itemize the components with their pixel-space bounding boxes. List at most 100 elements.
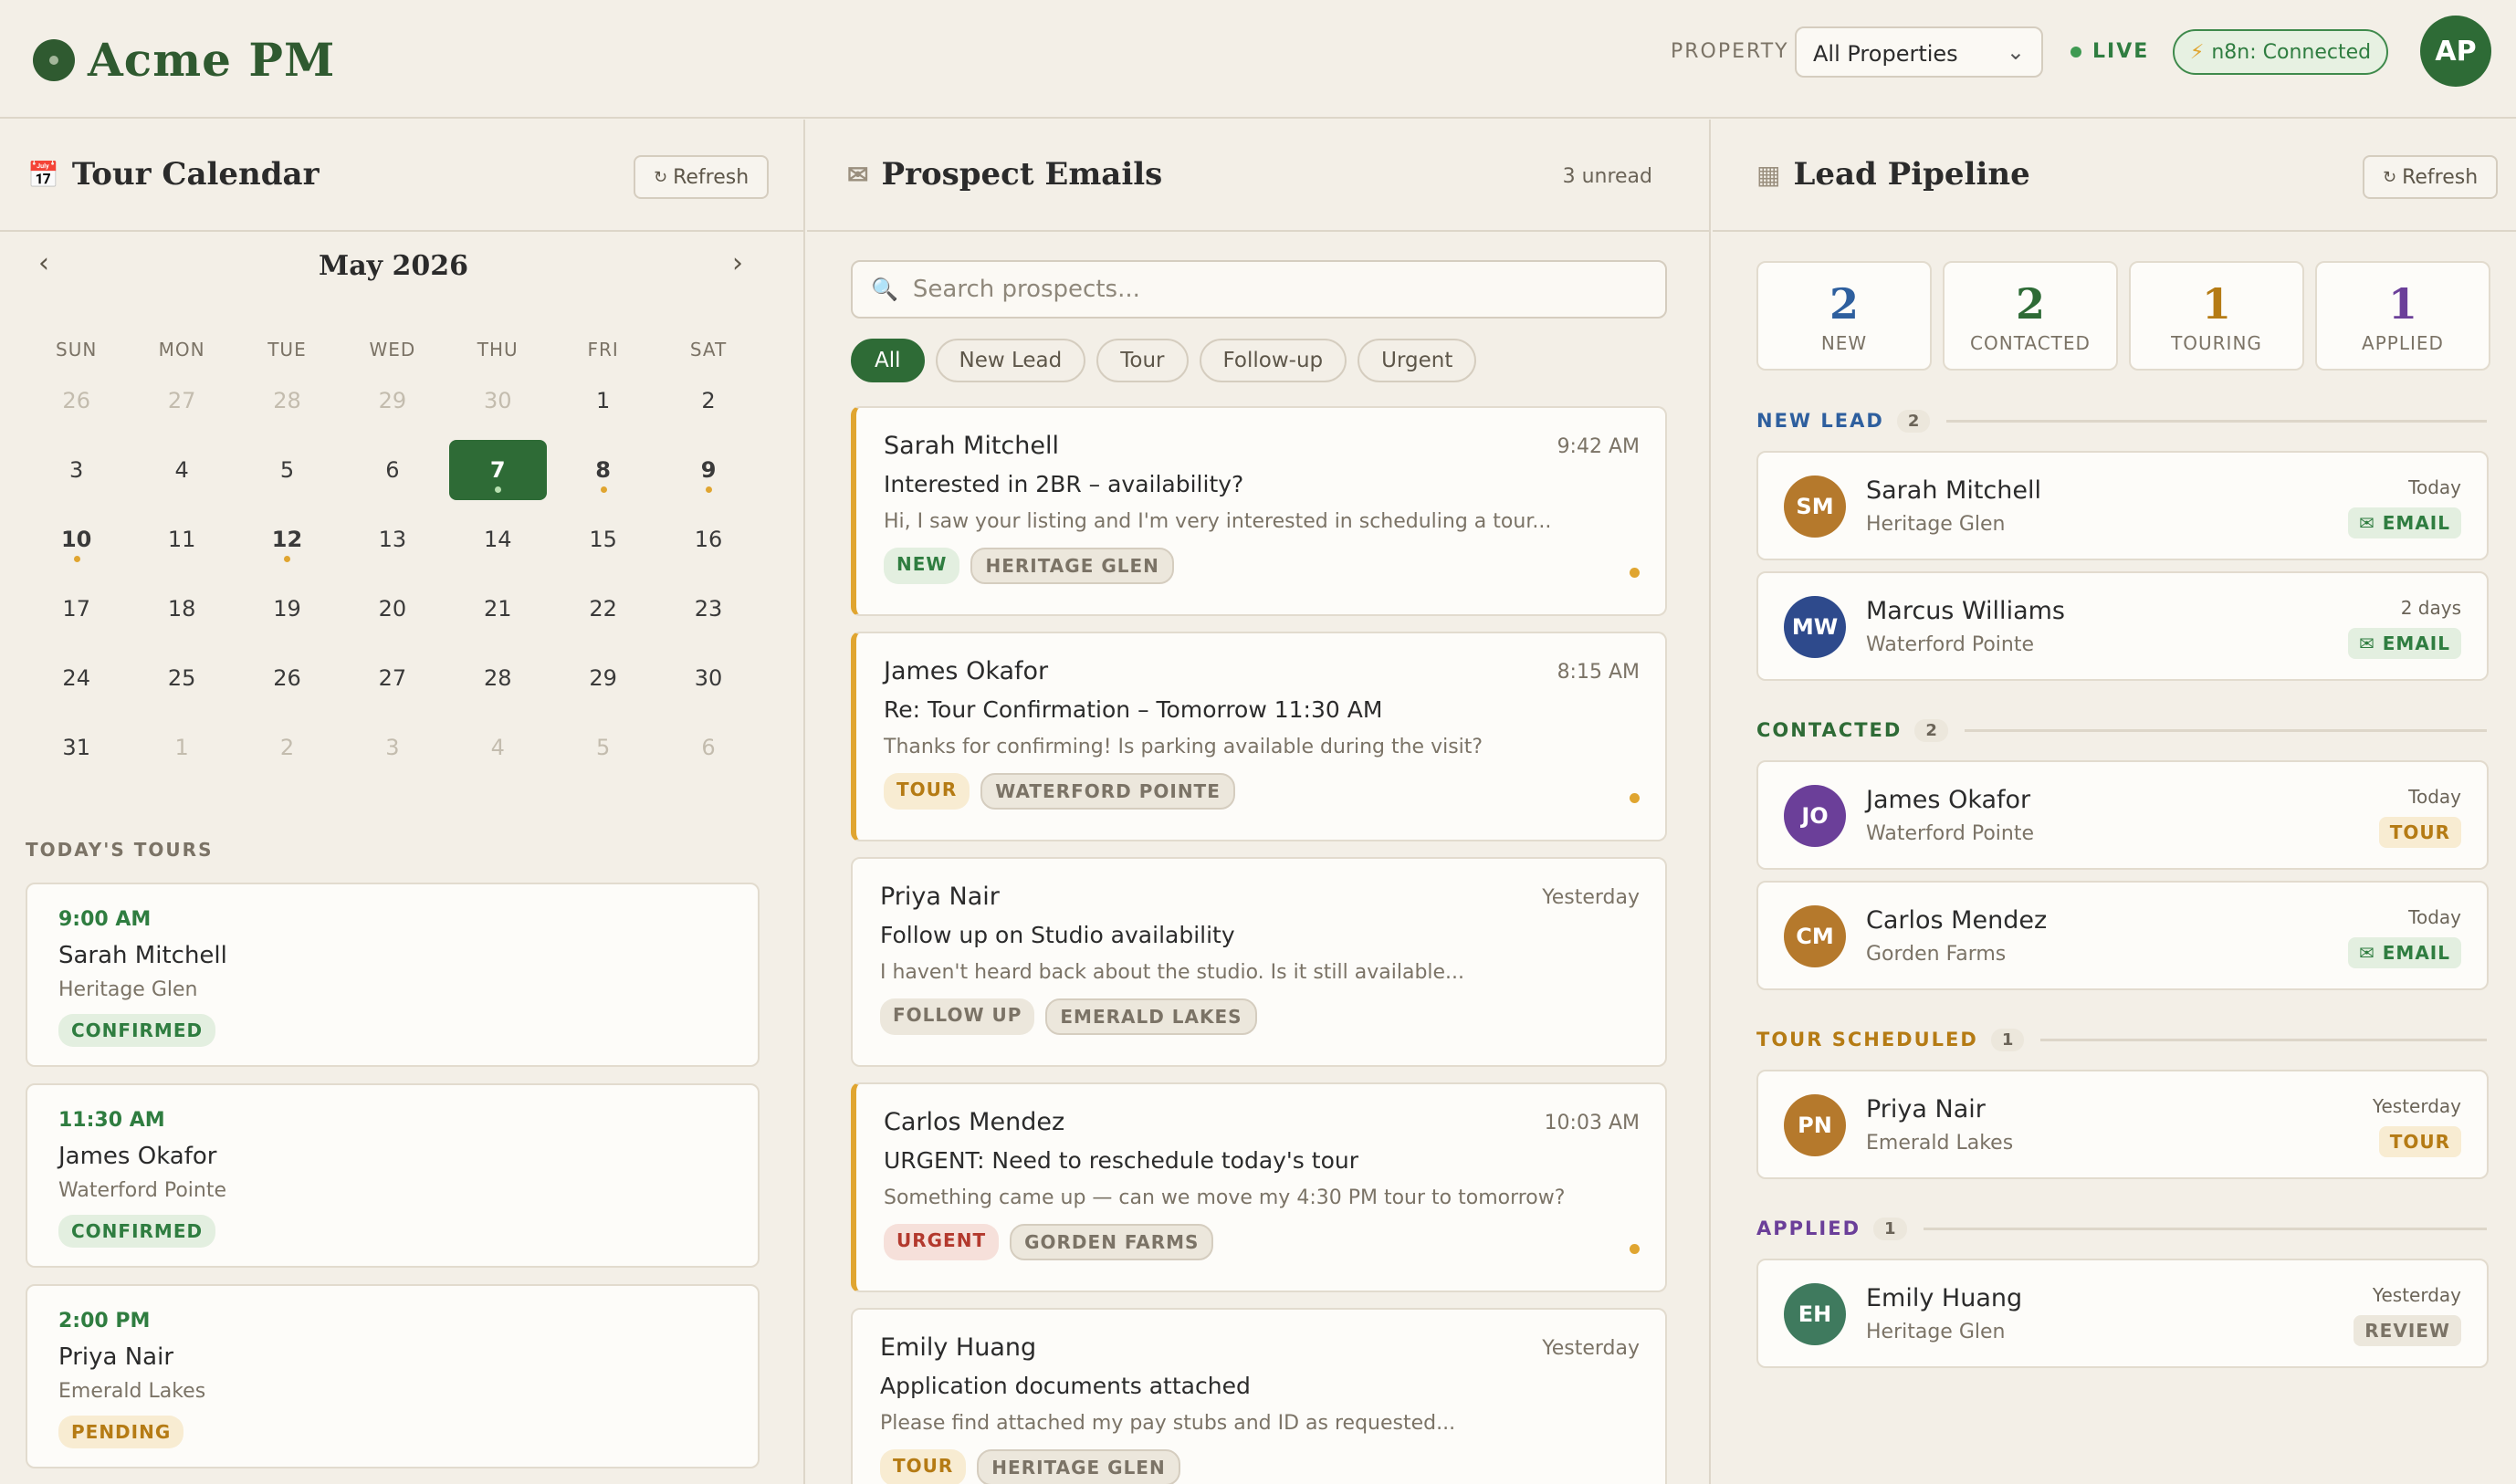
user-avatar[interactable]: AP [2420,16,2491,87]
lead-card[interactable]: SM Sarah Mitchell Heritage Glen Today ✉ … [1756,451,2489,560]
calendar-day-number: 14 [483,527,512,552]
stat-label: CONTACTED [1970,332,2091,354]
calendar-day-number: 27 [167,388,196,413]
refresh-icon: ↻ [654,167,668,187]
calendar-day[interactable]: 18 [132,579,230,639]
calendar-day[interactable]: 21 [449,579,547,639]
calendar-day[interactable]: 27 [132,371,230,431]
tour-status-badge: CONFIRMED [58,1215,216,1248]
prospect-search-input[interactable]: 🔍 Search prospects... [851,260,1667,319]
lead-pipeline-title: ▦ Lead Pipeline [1756,156,2030,193]
avatar: SM [1784,476,1846,538]
calendar-day[interactable]: 3 [27,440,125,500]
calendar-day[interactable]: 28 [238,371,336,431]
calendar-day[interactable]: 16 [659,509,757,570]
filter-new-lead[interactable]: New Lead [935,339,1086,382]
filter-all[interactable]: All [851,339,925,382]
calendar-day[interactable]: 17 [27,579,125,639]
lead-card[interactable]: EH Emily Huang Heritage Glen Yesterday R… [1756,1259,2489,1368]
calendar-day-today[interactable]: 7 [448,440,547,500]
calendar-day[interactable]: 29 [554,648,652,708]
calendar-day[interactable]: 15 [554,509,652,570]
calendar-day[interactable]: 30 [659,648,757,708]
n8n-status-badge[interactable]: ⚡ n8n: Connected [2173,29,2388,75]
tour-card[interactable]: 9:00 AM Sarah Mitchell Heritage Glen CON… [26,883,760,1067]
calendar-day[interactable]: 22 [554,579,652,639]
calendar-day[interactable]: 25 [132,648,230,708]
calendar-day[interactable]: 19 [238,579,336,639]
calendar-day[interactable]: 30 [449,371,547,431]
app-logo[interactable]: Acme PM [33,33,335,87]
lead-when: Today [2408,906,2461,928]
calendar-day-number: 21 [483,596,512,622]
email-item[interactable]: James Okafor 8:15 AM Re: Tour Confirmati… [851,632,1667,841]
weekday-label: FRI [587,339,619,361]
calendar-day[interactable]: 26 [27,371,125,431]
calendar-day[interactable]: 4 [132,440,230,500]
calendar-day[interactable]: 2 [238,717,336,778]
calendar-day[interactable]: 1 [554,371,652,431]
email-item[interactable]: Carlos Mendez 10:03 AM URGENT: Need to r… [851,1082,1667,1292]
calendar-day[interactable]: 28 [449,648,547,708]
calendar-day[interactable]: 31 [27,717,125,778]
pipeline-refresh-button[interactable]: ↻ Refresh [2363,155,2499,199]
email-time: Yesterday [1542,886,1640,909]
calendar-day[interactable]: 6 [659,717,757,778]
calendar-day[interactable]: 29 [343,371,441,431]
calendar-day[interactable]: 27 [343,648,441,708]
prospect-emails-panel: ✉ Prospect Emails 3 unread 🔍 Search pros… [807,120,1711,1484]
refresh-icon: ↻ [2383,167,2397,187]
calendar-day[interactable]: 23 [659,579,757,639]
lead-card[interactable]: PN Priya Nair Emerald Lakes Yesterday TO… [1756,1070,2489,1179]
calendar-day[interactable]: 5 [554,717,652,778]
stat-contacted[interactable]: 2 CONTACTED [1943,261,2118,371]
lead-card[interactable]: JO James Okafor Waterford Pointe Today T… [1756,760,2489,870]
section-label: TOUR SCHEDULED [1756,1029,1978,1050]
calendar-month: May 2026 [318,250,469,282]
tour-card[interactable]: 2:00 PM Priya Nair Emerald Lakes PENDING [26,1284,760,1468]
calendar-day[interactable]: 2 [659,371,757,431]
calendar-day[interactable]: 10 [27,509,125,570]
filter-urgent[interactable]: Urgent [1358,339,1477,382]
filter-tour[interactable]: Tour [1096,339,1189,382]
calendar-day[interactable]: 3 [343,717,441,778]
calendar-day[interactable]: 13 [343,509,441,570]
filter-follow-up[interactable]: Follow-up [1199,339,1347,382]
calendar-day[interactable]: 14 [449,509,547,570]
stat-applied[interactable]: 1 APPLIED [2315,261,2490,371]
calendar-day-number: 3 [69,457,84,483]
calendar-day[interactable]: 11 [132,509,230,570]
tour-time: 9:00 AM [58,908,152,931]
email-item[interactable]: Sarah Mitchell 9:42 AM Interested in 2BR… [851,406,1667,616]
calendar-refresh-button[interactable]: ↻ Refresh [634,155,770,199]
lead-channel-badge: ✉ EMAIL [2348,628,2461,659]
calendar-day[interactable]: 4 [449,717,547,778]
calendar-day[interactable]: 1 [132,717,230,778]
envelope-icon: ✉ [847,159,869,190]
calendar-day[interactable]: 6 [343,440,441,500]
calendar-day[interactable]: 5 [238,440,336,500]
lead-channel-badge: TOUR [2378,1126,2461,1157]
email-item[interactable]: Emily Huang Yesterday Application docume… [851,1308,1667,1484]
section-applied: APPLIED 1 [1756,1215,2487,1242]
weekday-label: TUE [267,339,307,361]
lead-property: Emerald Lakes [1866,1132,2014,1155]
email-item[interactable]: Priya Nair Yesterday Follow up on Studio… [851,857,1667,1067]
calendar-day-number: 7 [489,457,506,483]
next-month-button[interactable]: › [732,247,743,279]
property-select[interactable]: All Properties ⌄ [1795,26,2043,78]
calendar-day-number: 4 [490,735,505,760]
calendar-day[interactable]: 12 [238,509,336,570]
lead-card[interactable]: CM Carlos Mendez Gorden Farms Today ✉ EM… [1756,881,2489,990]
calendar-day[interactable]: 24 [27,648,125,708]
calendar-day[interactable]: 26 [238,648,336,708]
calendar-day-number: 6 [385,457,400,483]
calendar-day[interactable]: 20 [343,579,441,639]
stat-touring[interactable]: 1 TOURING [2129,261,2304,371]
lead-card[interactable]: MW Marcus Williams Waterford Pointe 2 da… [1756,571,2489,681]
calendar-day[interactable]: 9 [659,440,757,500]
email-sender: Sarah Mitchell [884,432,1059,460]
tour-card[interactable]: 11:30 AM James Okafor Waterford Pointe C… [26,1083,760,1268]
stat-new[interactable]: 2 NEW [1756,261,1932,371]
calendar-day[interactable]: 8 [554,440,652,500]
